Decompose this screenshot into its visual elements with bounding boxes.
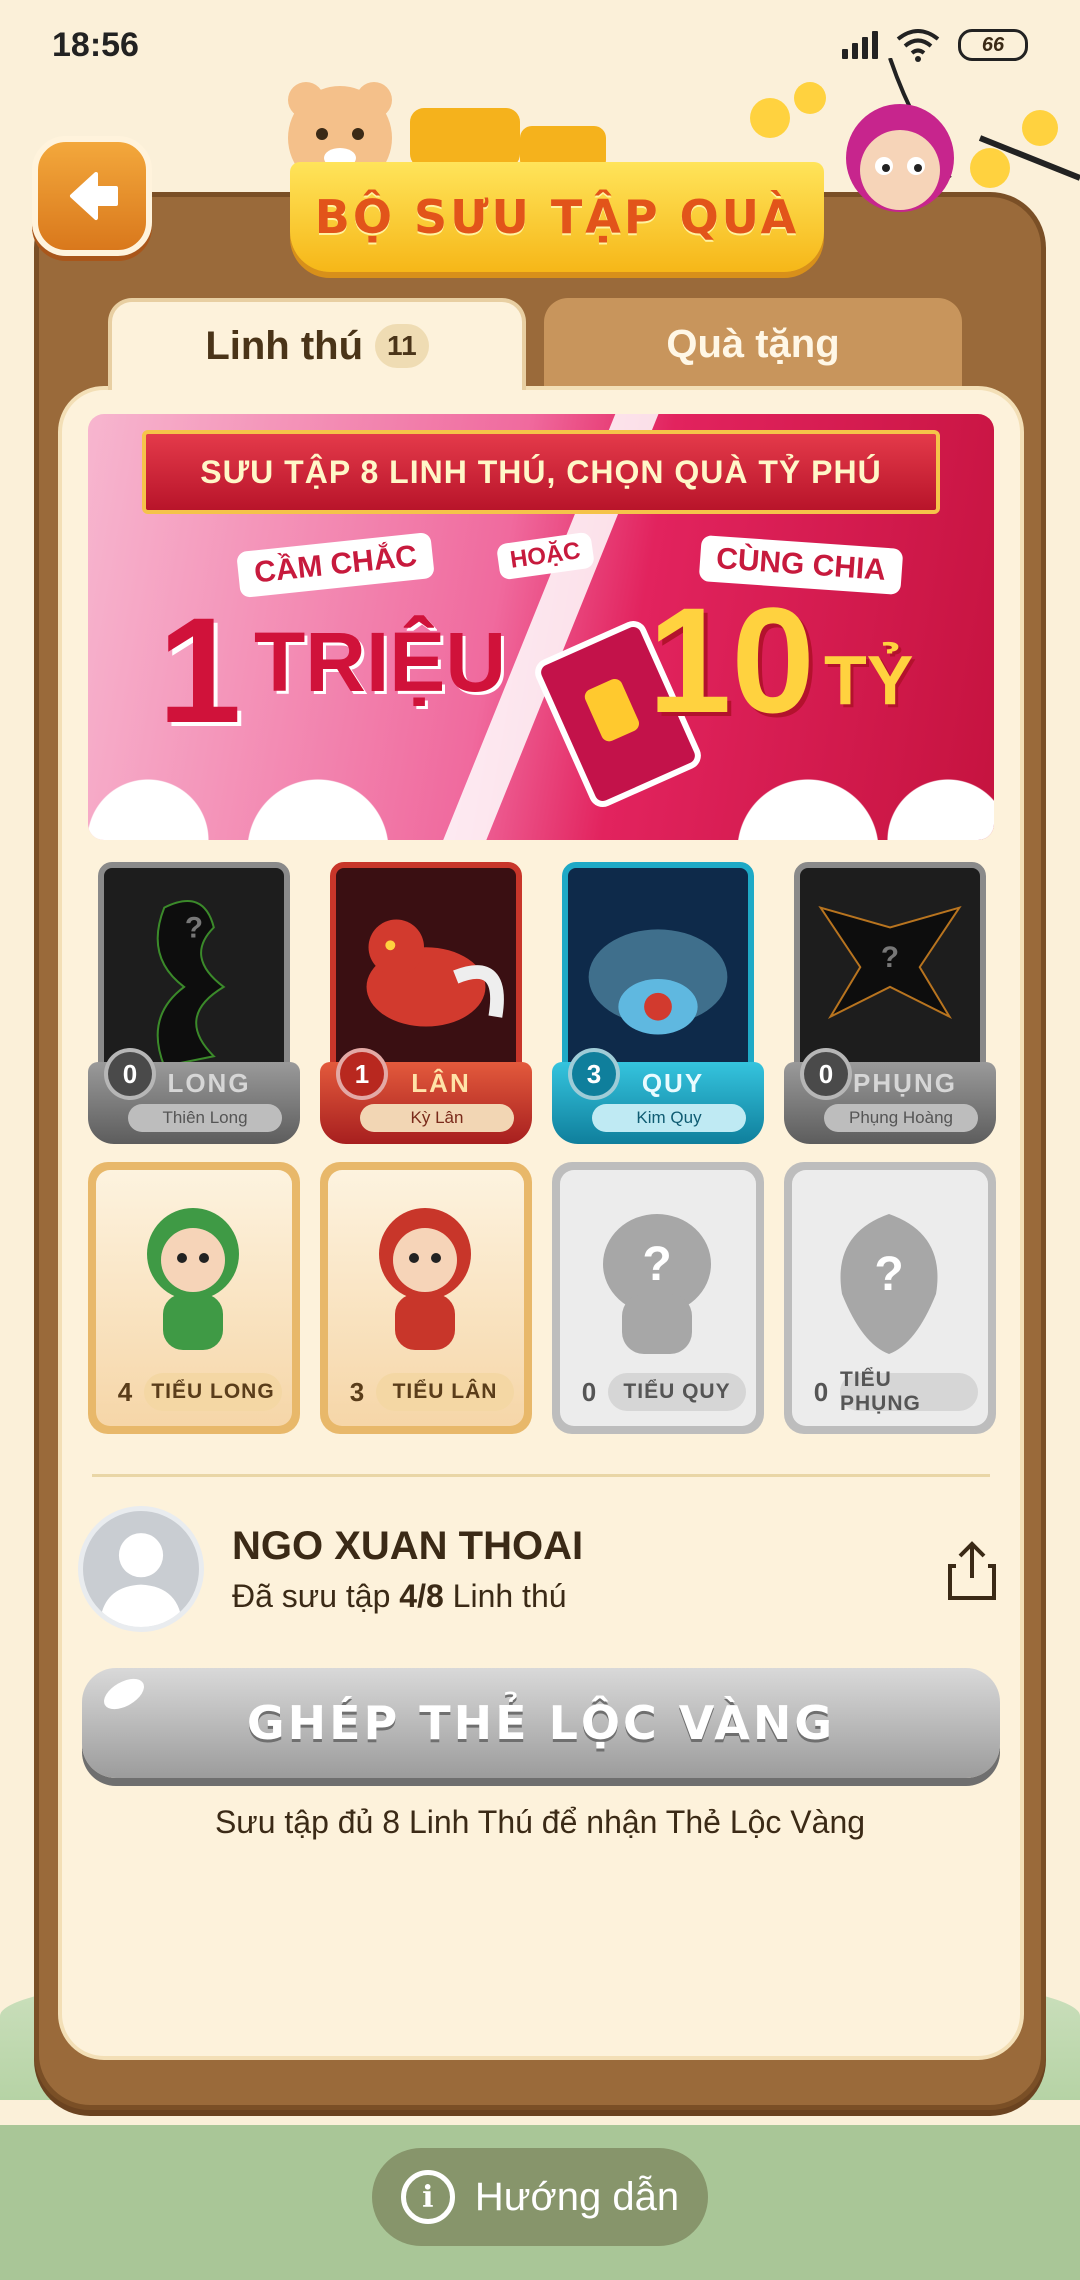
locked-silhouette-icon: ? — [840, 1214, 938, 1354]
card-count: 1 — [336, 1048, 388, 1100]
collection-progress: Đã sưu tập 4/8 Linh thú — [232, 1578, 567, 1614]
svg-text:?: ? — [874, 1248, 903, 1301]
guardian-card-long[interactable]: ? LONG Thiên Long 0 — [88, 862, 300, 1144]
tab-qua-tang[interactable]: Quà tặng — [544, 298, 962, 390]
page-title: BỘ SƯU TẬP QUÀ — [290, 162, 824, 272]
battery-icon: 66 — [958, 29, 1028, 61]
svg-text:?: ? — [642, 1238, 671, 1291]
promo-left-unit: TRIỆU — [254, 615, 506, 709]
card-footer: 0 TIỂU PHỤNG — [802, 1368, 978, 1415]
tab-label: Linh thú — [205, 323, 364, 368]
card-count: 3 — [568, 1048, 620, 1100]
tab-linh-thu[interactable]: Linh thú 11 — [108, 298, 526, 390]
baby-card-tieu-lan[interactable]: 3 TIỂU LÂN — [320, 1162, 532, 1434]
promo-right-unit: TỶ — [824, 641, 914, 719]
baby-qilin-icon — [379, 1208, 471, 1350]
signal-icon — [842, 31, 878, 59]
user-name: NGO XUAN THOAI — [232, 1524, 584, 1568]
card-label: TIỂU LONG — [144, 1373, 282, 1411]
wifi-icon — [896, 29, 940, 62]
baby-card-tieu-long[interactable]: 4 TIỂU LONG — [88, 1162, 300, 1434]
card-count: 0 — [581, 1376, 597, 1407]
combine-gold-card-button[interactable]: GHÉP THẺ LỘC VÀNG — [82, 1668, 1000, 1778]
promo-right-number: 10 — [648, 576, 815, 744]
card-footer: 4 TIỂU LONG — [106, 1370, 282, 1414]
card-count: 3 — [349, 1376, 365, 1407]
promo-banner[interactable]: SƯU TẬP 8 LINH THÚ, CHỌN QUÀ TỶ PHÚ CẦM … — [88, 414, 994, 840]
promo-left-tag: CẦM CHẮC — [236, 531, 436, 599]
info-icon: i — [400, 2170, 455, 2224]
button-shine — [98, 1672, 150, 1716]
locked-silhouette-icon: ? — [603, 1214, 711, 1354]
card-count: 4 — [117, 1376, 133, 1407]
guide-label: Hướng dẫn — [474, 2174, 680, 2219]
divider — [92, 1474, 990, 1477]
combine-hint: Sưu tập đủ 8 Linh Thú để nhận Thẻ Lộc Và… — [214, 1804, 866, 1840]
card-count: 0 — [800, 1048, 852, 1100]
promo-headline: SƯU TẬP 8 LINH THÚ, CHỌN QUÀ TỶ PHÚ — [142, 430, 940, 514]
baby-dragon-icon — [147, 1208, 239, 1350]
tab-count-badge: 11 — [375, 324, 429, 368]
back-arrow-icon — [70, 172, 118, 220]
clock: 18:56 — [52, 25, 139, 64]
card-subtitle: Phụng Hoàng — [824, 1104, 978, 1132]
card-label: TIỂU QUY — [608, 1373, 746, 1411]
card-subtitle: Kỳ Lân — [360, 1104, 514, 1132]
baby-card-tieu-quy[interactable]: ? 0 TIỂU QUY — [552, 1162, 764, 1434]
guide-button[interactable]: i Hướng dẫn — [372, 2148, 708, 2246]
card-footer: 0 TIỂU QUY — [570, 1370, 746, 1414]
svg-text:?: ? — [881, 941, 899, 974]
avatar — [78, 1506, 204, 1632]
card-count: 0 — [104, 1048, 156, 1100]
status-bar: 18:56 66 — [0, 0, 1080, 90]
card-label: TIỂU PHỤNG — [840, 1368, 978, 1415]
back-button[interactable] — [32, 136, 152, 256]
guardian-card-phung[interactable]: ? PHỤNG Phụng Hoàng 0 — [784, 862, 996, 1144]
baby-card-tieu-phung[interactable]: ? 0 TIỂU PHỤNG — [784, 1162, 996, 1434]
promo-left-number: 1 — [158, 586, 242, 754]
card-subtitle: Thiên Long — [128, 1104, 282, 1132]
share-icon[interactable] — [944, 1538, 1000, 1602]
guardian-card-lan[interactable]: LÂN Kỳ Lân 1 — [320, 862, 532, 1144]
card-label: TIỂU LÂN — [376, 1373, 514, 1411]
tab-label: Quà tặng — [666, 321, 840, 366]
guardian-card-quy[interactable]: QUY Kim Quy 3 — [552, 862, 764, 1144]
clouds-decoration — [88, 760, 994, 840]
card-footer: 3 TIỂU LÂN — [338, 1370, 514, 1414]
card-count: 0 — [813, 1376, 829, 1407]
svg-text:?: ? — [185, 911, 203, 944]
card-subtitle: Kim Quy — [592, 1104, 746, 1132]
